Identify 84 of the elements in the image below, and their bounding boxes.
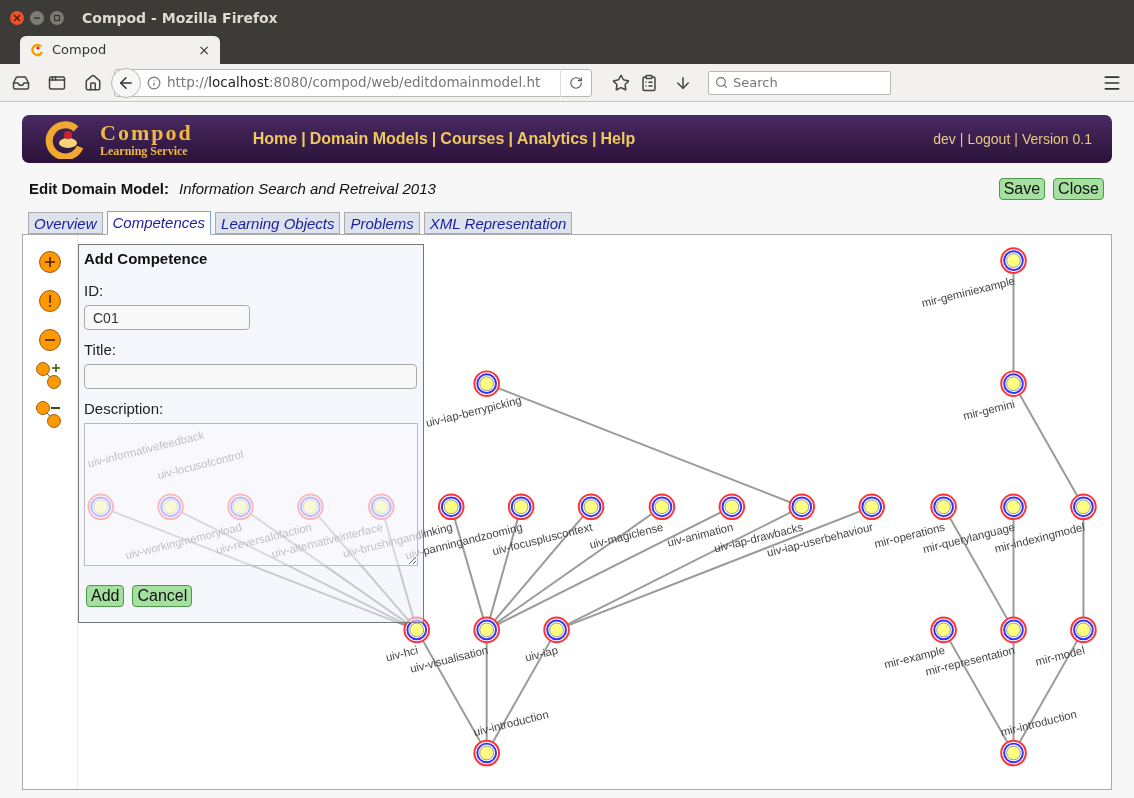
logo-title: Compod [100, 121, 193, 144]
add-icon[interactable] [38, 250, 62, 274]
id-input-field[interactable]: C01 [84, 305, 250, 330]
graph-node[interactable] [368, 493, 395, 521]
account-link[interactable]: dev [933, 128, 956, 150]
graph-node[interactable] [648, 493, 676, 521]
graph-node[interactable] [87, 493, 114, 521]
graph-node[interactable] [403, 616, 431, 644]
graph-node[interactable] [227, 493, 254, 521]
logo-subtitle: Learning Service [100, 144, 188, 157]
close-window-icon[interactable] [10, 11, 24, 25]
field-label: ID: [84, 281, 105, 301]
graph-node[interactable] [1000, 370, 1027, 397]
field-label: Description: [84, 399, 165, 419]
graph-node[interactable] [543, 616, 570, 644]
graph-node[interactable] [473, 370, 500, 397]
nav-separator: | [592, 129, 597, 149]
bookmark-star-icon[interactable] [612, 73, 630, 92]
graph-node[interactable] [473, 616, 500, 644]
site-favicon-icon [30, 43, 44, 57]
info-icon [147, 75, 161, 90]
reading-list-icon[interactable] [640, 73, 658, 92]
page-tab[interactable]: Competences [106, 211, 212, 235]
graph-node[interactable] [297, 493, 324, 521]
search-placeholder: Search [733, 73, 778, 92]
page-tab[interactable]: Problems [344, 212, 420, 234]
graph-node[interactable] [1000, 247, 1027, 274]
nav-link[interactable]: Domain Models [309, 127, 428, 151]
nav-link[interactable]: Courses [440, 127, 505, 151]
graph-node[interactable] [858, 493, 885, 521]
tab-title: Compod [52, 41, 108, 60]
minimize-window-icon[interactable] [30, 11, 44, 25]
graph-node[interactable] [157, 493, 184, 521]
action-button[interactable]: Save [998, 178, 1046, 200]
browser-tab[interactable]: Compod × [20, 36, 220, 64]
nav-link[interactable]: Analytics [516, 127, 588, 151]
nav-link[interactable]: Help [600, 127, 636, 151]
graph-node[interactable] [1000, 739, 1027, 767]
page-tab[interactable]: Learning Objects [215, 212, 341, 234]
graph-node[interactable] [473, 739, 500, 767]
nav-separator: | [431, 129, 437, 149]
graph-node[interactable] [437, 493, 465, 521]
url-text: http://localhost:8080/compod/web/editdomainmodel.ht [167, 73, 542, 93]
graph-node[interactable] [788, 493, 816, 521]
maximize-window-icon[interactable] [50, 11, 64, 25]
nav-separator: | [508, 129, 513, 149]
page-tab[interactable]: Overview [28, 212, 103, 234]
field-label: Title: [84, 340, 117, 360]
graph-node[interactable] [507, 493, 535, 521]
nav-separator: | [301, 129, 306, 149]
graph-node[interactable] [1070, 616, 1097, 644]
home-icon[interactable] [84, 73, 102, 92]
graph-node[interactable] [1000, 616, 1027, 644]
search-icon [715, 76, 728, 89]
edit-label: Edit Domain Model: [29, 178, 169, 199]
nav-separator: | [959, 129, 964, 149]
back-button[interactable] [111, 67, 141, 98]
graph-node[interactable] [930, 493, 957, 521]
window-title: Compod - Mozilla Firefox [82, 8, 278, 28]
alert-icon[interactable] [38, 289, 62, 313]
graph-node[interactable] [930, 616, 957, 644]
reload-icon[interactable] [569, 75, 583, 90]
form-button[interactable]: Cancel [132, 585, 193, 607]
search-field[interactable]: Search [708, 70, 891, 95]
graph-node[interactable] [577, 493, 605, 521]
nav-separator: | [1014, 129, 1018, 149]
graph-node[interactable] [1000, 493, 1027, 521]
domain-model-name: Information Search and Retreival 2013 [179, 178, 436, 199]
page-tab[interactable]: XML Representation [423, 212, 573, 234]
node-label: uiv-iap [523, 643, 560, 664]
graph-node[interactable] [1070, 493, 1097, 521]
account-link[interactable]: Logout [967, 128, 1011, 150]
close-tab-button[interactable]: × [198, 39, 210, 61]
nav-link[interactable]: Home [252, 127, 298, 151]
graph-node[interactable] [718, 493, 746, 521]
inbox-icon[interactable] [12, 73, 30, 92]
remove-icon[interactable] [38, 328, 62, 352]
form-button[interactable]: Add [86, 585, 125, 607]
action-button[interactable]: Close [1053, 178, 1104, 200]
title-input-field[interactable] [84, 364, 417, 389]
panel-title: Add Competence [84, 249, 209, 269]
window-icon[interactable] [48, 73, 66, 92]
account-link[interactable]: Version 0.1 [1021, 128, 1092, 150]
url-field[interactable]: http://localhost:8080/compod/web/editdomainmodel.ht [114, 68, 592, 97]
